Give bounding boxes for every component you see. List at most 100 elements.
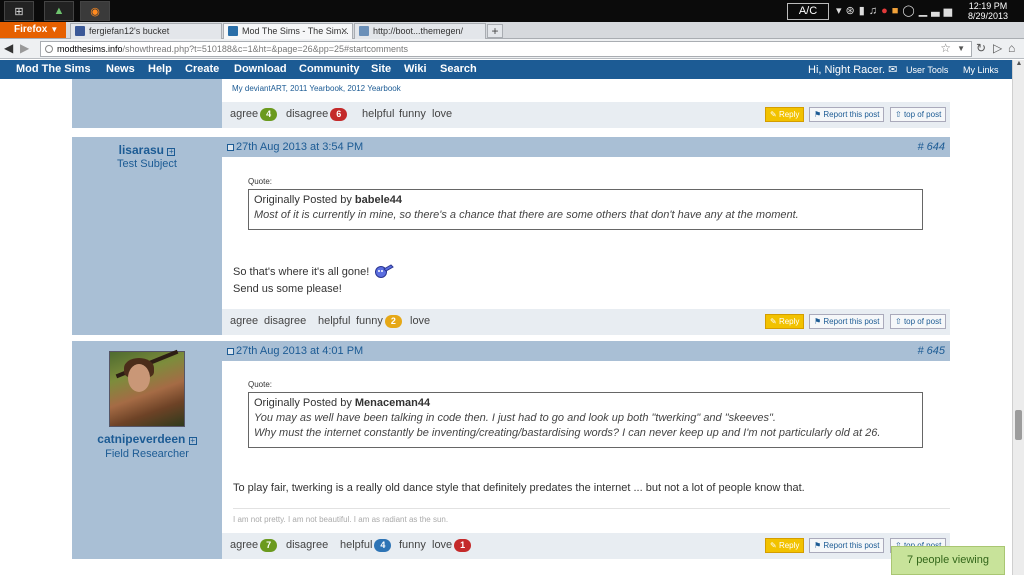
reload-icon[interactable]: ↻: [976, 41, 986, 55]
page-scrollbar[interactable]: ▲: [1012, 60, 1024, 575]
url-host: modthesims.info: [57, 44, 123, 54]
post-icon: [227, 348, 234, 355]
scroll-thumb[interactable]: [1015, 410, 1022, 440]
reply-button[interactable]: ✎ Reply: [765, 538, 805, 553]
report-post-button[interactable]: ⚑ Report this post: [809, 107, 885, 122]
disagree-label: disagree: [286, 108, 329, 120]
reply-button[interactable]: ✎ Reply: [765, 107, 805, 122]
post-number-link[interactable]: # 645: [917, 345, 945, 357]
love-button[interactable]: love: [432, 108, 452, 120]
post-date-text: 27th Aug 2013 at 4:01 PM: [236, 345, 364, 357]
scroll-up-icon[interactable]: ▲: [1013, 60, 1024, 72]
reply-button[interactable]: ✎ Reply: [765, 314, 805, 329]
post-date-text: 27th Aug 2013 at 3:54 PM: [236, 141, 364, 153]
back-arrow-icon[interactable]: ◀: [4, 41, 18, 56]
disagree-button[interactable]: disagree: [286, 539, 328, 551]
agree-button[interactable]: agree 7: [230, 539, 278, 552]
post-text: To play fair, twerking is a really old d…: [233, 482, 805, 494]
page-icon: [359, 26, 369, 36]
top-label: top of post: [903, 317, 942, 326]
love-button[interactable]: love: [410, 315, 430, 327]
nav-download[interactable]: Download: [234, 63, 287, 75]
user-tools-link[interactable]: User Tools: [906, 65, 948, 75]
tab-facebook[interactable]: fergiefan12's bucket: [70, 23, 222, 39]
clock[interactable]: 12:19 PM 8/29/2013: [968, 1, 1008, 21]
post-number-link[interactable]: # 644: [917, 141, 945, 153]
nav-site[interactable]: Site: [371, 63, 391, 75]
agree-count-badge: 4: [260, 108, 278, 121]
url-dropdown-icon[interactable]: ▼: [957, 42, 965, 56]
site-brand-link[interactable]: Mod The Sims: [16, 63, 91, 75]
helpful-button[interactable]: helpful: [362, 108, 394, 120]
top-of-post-button[interactable]: ⇧ top of post: [890, 107, 947, 122]
disagree-button[interactable]: disagree: [264, 315, 306, 327]
nav-wiki[interactable]: Wiki: [404, 63, 427, 75]
bluetooth-icon[interactable]: ⊛: [846, 5, 859, 17]
my-links-link[interactable]: My Links: [963, 65, 999, 75]
username-link[interactable]: catnipeverdeen +: [72, 432, 222, 446]
volume-icon[interactable]: ♫: [869, 5, 881, 17]
reply-label: Reply: [778, 541, 800, 550]
folder-icon[interactable]: ■: [892, 5, 903, 17]
people-viewing-notice[interactable]: 7 people viewing: [891, 546, 1005, 575]
post-text: So that's where it's all gone! Send us s…: [233, 264, 369, 298]
firefox-taskbar-icon[interactable]: ◉: [80, 1, 110, 21]
report-post-button[interactable]: ⚑ Report this post: [809, 314, 885, 329]
smiley-emoji-icon: [375, 264, 394, 278]
helpful-button[interactable]: helpful: [318, 315, 350, 327]
quote-text-line: Why must the internet constantly be inve…: [254, 427, 881, 439]
report-post-button[interactable]: ⚑ Report this post: [809, 538, 885, 553]
expand-icon[interactable]: +: [188, 437, 197, 445]
quote-by-prefix: Originally Posted by: [254, 397, 352, 409]
addon-icon[interactable]: ▷: [993, 41, 1002, 55]
report-label: Report this post: [823, 110, 880, 119]
greeting-link[interactable]: Hi, Night Racer. ✉: [808, 63, 897, 76]
battery-icon[interactable]: ▮: [859, 5, 869, 17]
funny-button[interactable]: funny: [399, 539, 426, 551]
facebook-icon: [75, 26, 85, 36]
funny-button[interactable]: funny 2: [356, 315, 402, 328]
disagree-button[interactable]: disagree 6: [286, 108, 348, 121]
signal-icon[interactable]: ▁▃▅: [919, 5, 956, 17]
nav-news[interactable]: News: [106, 63, 135, 75]
firefox-menu-button[interactable]: Firefox ▼: [0, 22, 66, 38]
taskbar-app-icon[interactable]: ▲: [44, 1, 74, 21]
thread-page: My deviantART, 2011 Yearbook, 2012 Yearb…: [0, 79, 1012, 575]
love-button[interactable]: love 1: [432, 539, 472, 552]
antivirus-icon[interactable]: ●: [881, 5, 892, 17]
tab-bootstrap[interactable]: http://boot...themegen/: [354, 23, 486, 39]
funny-button[interactable]: funny: [399, 108, 426, 120]
helpful-button[interactable]: helpful 4: [340, 539, 392, 552]
agree-button[interactable]: agree: [230, 315, 258, 327]
top-of-post-button[interactable]: ⇧ top of post: [890, 314, 947, 329]
nav-community[interactable]: Community: [299, 63, 360, 75]
nav-help[interactable]: Help: [148, 63, 172, 75]
close-icon[interactable]: ✕: [340, 24, 348, 38]
quote-author[interactable]: babele44: [355, 194, 402, 206]
tab-mod-the-sims[interactable]: Mod The Sims - The Sim... ✕: [223, 23, 353, 39]
agree-button[interactable]: agree 4: [230, 108, 278, 121]
browser-navbar: ◀ ▶ modthesims.info/showthread.php?t=510…: [0, 39, 1024, 59]
tab-title: Mod The Sims - The Sim...: [242, 26, 349, 36]
expand-icon[interactable]: +: [167, 148, 176, 156]
mail-icon: ✉: [888, 64, 898, 76]
nav-search[interactable]: Search: [440, 63, 477, 75]
post-644: lisarasu + Test Subject 27th Aug 2013 at…: [72, 137, 950, 335]
nav-create[interactable]: Create: [185, 63, 219, 75]
quote-author[interactable]: Menaceman44: [355, 397, 430, 409]
avatar[interactable]: [109, 349, 185, 427]
clock-time: 12:19 PM: [968, 1, 1008, 11]
bookmark-star-icon[interactable]: ☆: [940, 42, 951, 55]
forward-arrow-icon[interactable]: ▶: [20, 41, 32, 56]
windows-start-icon[interactable]: ⊞: [4, 1, 34, 21]
new-tab-button[interactable]: +: [487, 24, 503, 38]
post-text-line: So that's where it's all gone!: [233, 266, 370, 278]
username-link[interactable]: lisarasu +: [72, 143, 222, 157]
home-icon[interactable]: ⌂: [1008, 41, 1015, 55]
lightbulb-icon[interactable]: ◯: [902, 5, 918, 17]
user-column: [72, 79, 222, 103]
url-field[interactable]: modthesims.info/showthread.php?t=510188&…: [40, 41, 972, 57]
signature-links[interactable]: My deviantART, 2011 Yearbook, 2012 Yearb…: [232, 84, 401, 93]
tray-arrow-icon[interactable]: ▾: [836, 5, 846, 17]
agree-count-badge: 7: [260, 539, 278, 552]
